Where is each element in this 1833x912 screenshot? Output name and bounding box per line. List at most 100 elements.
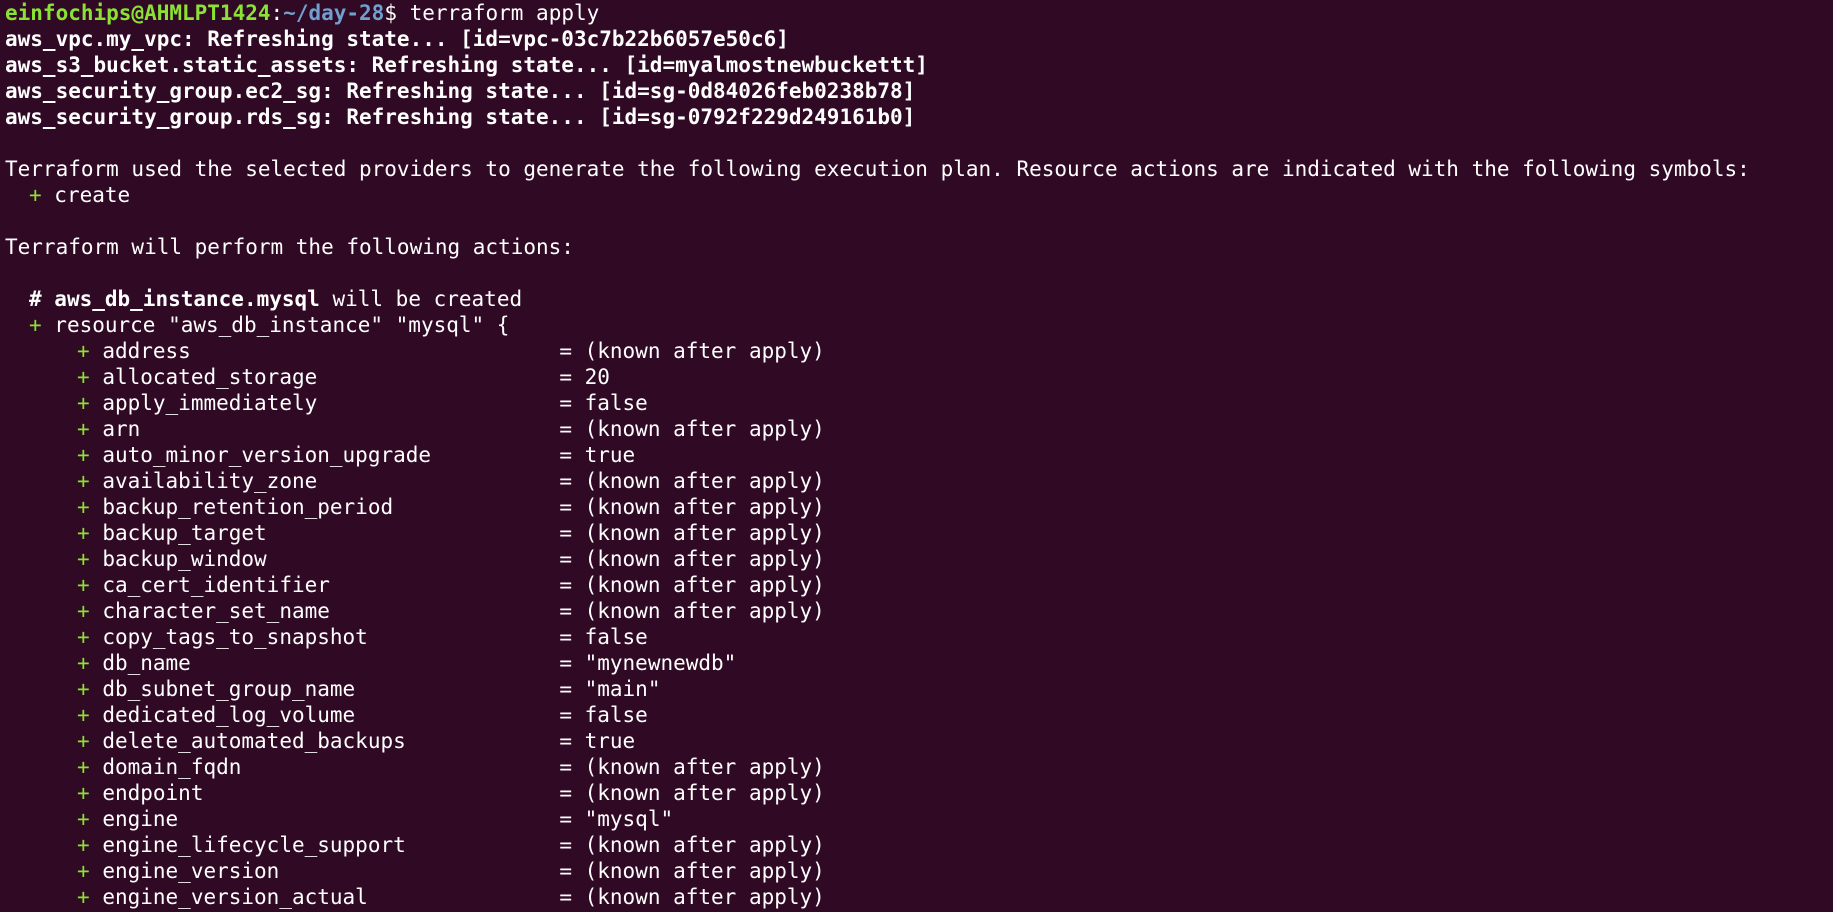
attribute-name: auto_minor_version_upgrade bbox=[102, 443, 432, 467]
prompt-symbol: $ bbox=[384, 1, 410, 25]
attribute-row: + auto_minor_version_upgrade = true bbox=[5, 442, 1828, 468]
attribute-value: = (known after apply) bbox=[559, 417, 825, 441]
plus-symbol: + bbox=[77, 755, 90, 779]
attribute-name: engine_version bbox=[102, 859, 280, 883]
attribute-row: + arn = (known after apply) bbox=[5, 416, 1828, 442]
attribute-value: = true bbox=[559, 443, 636, 467]
attribute-value: = (known after apply) bbox=[559, 781, 825, 805]
attribute-name: copy_tags_to_snapshot bbox=[102, 625, 368, 649]
terminal-window[interactable]: einfochips@AHMLPT1424:~/day-28$ terrafor… bbox=[0, 0, 1833, 912]
refresh-line: aws_security_group.rds_sg: Refreshing st… bbox=[5, 105, 916, 129]
attribute-name: endpoint bbox=[102, 781, 204, 805]
symbol-legend: + create bbox=[5, 182, 1828, 208]
attribute-name: db_subnet_group_name bbox=[102, 677, 356, 701]
attribute-name: arn bbox=[102, 417, 141, 441]
attribute-row: + backup_retention_period = (known after … bbox=[5, 494, 1828, 520]
attribute-row: + delete_automated_backups = true bbox=[5, 728, 1828, 754]
attribute-name: backup_window bbox=[102, 547, 267, 571]
attribute-row: + character_set_name = (known after apply… bbox=[5, 598, 1828, 624]
prompt-path: ~/day-28 bbox=[283, 1, 385, 25]
attribute-value: = 20 bbox=[559, 365, 610, 389]
resource-declaration: resource "aws_db_instance" "mysql" { bbox=[41, 313, 510, 337]
attribute-name: availability_zone bbox=[102, 469, 318, 493]
attribute-name: ca_cert_identifier bbox=[102, 573, 330, 597]
plus-symbol: + bbox=[77, 547, 90, 571]
plus-symbol: + bbox=[77, 573, 90, 597]
attribute-row: + db_subnet_group_name = "main" bbox=[5, 676, 1828, 702]
attribute-value: = (known after apply) bbox=[559, 859, 825, 883]
attribute-name: engine_version_actual bbox=[102, 885, 368, 909]
refresh-line: aws_security_group.ec2_sg: Refreshing st… bbox=[5, 79, 916, 103]
attribute-value: = (known after apply) bbox=[559, 885, 825, 909]
attribute-name: backup_retention_period bbox=[102, 495, 394, 519]
plus-symbol: + bbox=[77, 677, 90, 701]
attribute-name: engine_lifecycle_support bbox=[102, 833, 406, 857]
actions-heading: Terraform will perform the following act… bbox=[5, 235, 574, 259]
attribute-value: = (known after apply) bbox=[559, 547, 825, 571]
prompt-user-host: einfochips@AHMLPT1424 bbox=[5, 1, 271, 25]
attribute-row: + engine_lifecycle_support = (known after… bbox=[5, 832, 1828, 858]
attribute-value: = (known after apply) bbox=[559, 755, 825, 779]
plus-symbol: + bbox=[77, 443, 90, 467]
plus-symbol: + bbox=[77, 599, 90, 623]
attribute-row: + backup_target = (known after apply) bbox=[5, 520, 1828, 546]
plus-symbol: + bbox=[77, 833, 90, 857]
attribute-value: = false bbox=[559, 391, 648, 415]
plus-symbol: + bbox=[77, 495, 90, 519]
plus-symbol: + bbox=[77, 339, 90, 363]
plus-symbol: + bbox=[77, 625, 90, 649]
resource-declaration-line: + resource "aws_db_instance" "mysql" { bbox=[5, 312, 1828, 338]
attribute-row: + backup_window = (known after apply) bbox=[5, 546, 1828, 572]
attribute-row: + domain_fqdn = (known after apply) bbox=[5, 754, 1828, 780]
attribute-name: character_set_name bbox=[102, 599, 330, 623]
attribute-value: = (known after apply) bbox=[559, 833, 825, 857]
attribute-name: db_name bbox=[102, 651, 191, 675]
attribute-value: = (known after apply) bbox=[559, 469, 825, 493]
plus-symbol: + bbox=[77, 703, 90, 727]
attribute-value: = "mynewnewdb" bbox=[559, 651, 737, 675]
plus-symbol: + bbox=[77, 885, 90, 909]
attribute-value: = true bbox=[559, 729, 636, 753]
plus-symbol: + bbox=[77, 417, 90, 441]
refresh-line: aws_s3_bucket.static_assets: Refreshing … bbox=[5, 53, 928, 77]
attribute-list: + address = (known after apply) + allocate… bbox=[5, 338, 1828, 910]
prompt-command: terraform apply bbox=[409, 1, 600, 25]
attribute-value: = (known after apply) bbox=[559, 495, 825, 519]
plus-symbol: + bbox=[77, 781, 90, 805]
attribute-row: + apply_immediately = false bbox=[5, 390, 1828, 416]
attribute-row: + dedicated_log_volume = false bbox=[5, 702, 1828, 728]
attribute-row: + allocated_storage = 20 bbox=[5, 364, 1828, 390]
attribute-row: + db_name = "mynewnewdb" bbox=[5, 650, 1828, 676]
attribute-value: = (known after apply) bbox=[559, 339, 825, 363]
plus-symbol: + bbox=[77, 365, 90, 389]
attribute-name: address bbox=[102, 339, 191, 363]
plus-symbol: + bbox=[77, 807, 90, 831]
plus-symbol: + bbox=[29, 313, 42, 337]
attribute-value: = "mysql" bbox=[559, 807, 674, 831]
symbol-legend-label: create bbox=[41, 183, 131, 207]
prompt-colon: : bbox=[270, 1, 284, 25]
plus-symbol: + bbox=[77, 521, 90, 545]
attribute-row: + address = (known after apply) bbox=[5, 338, 1828, 364]
plus-symbol: + bbox=[77, 469, 90, 493]
plan-intro-text: Terraform used the selected providers to… bbox=[5, 157, 1750, 181]
plus-symbol: + bbox=[77, 651, 90, 675]
attribute-value: = false bbox=[559, 625, 648, 649]
attribute-value: = (known after apply) bbox=[559, 599, 825, 623]
attribute-name: dedicated_log_volume bbox=[102, 703, 356, 727]
attribute-row: + copy_tags_to_snapshot = false bbox=[5, 624, 1828, 650]
attribute-name: allocated_storage bbox=[102, 365, 318, 389]
prompt-line: einfochips@AHMLPT1424:~/day-28$ terrafor… bbox=[5, 0, 1828, 26]
attribute-value: = false bbox=[559, 703, 648, 727]
attribute-name: domain_fqdn bbox=[102, 755, 242, 779]
attribute-name: engine bbox=[102, 807, 179, 831]
plus-symbol: + bbox=[77, 859, 90, 883]
resource-comment-line: # aws_db_instance.mysql will be created bbox=[5, 286, 1828, 312]
attribute-name: backup_target bbox=[102, 521, 267, 545]
attribute-value: = (known after apply) bbox=[559, 521, 825, 545]
attribute-row: + ca_cert_identifier = (known after apply… bbox=[5, 572, 1828, 598]
attribute-row: + endpoint = (known after apply) bbox=[5, 780, 1828, 806]
attribute-row: + engine_version = (known after apply) bbox=[5, 858, 1828, 884]
